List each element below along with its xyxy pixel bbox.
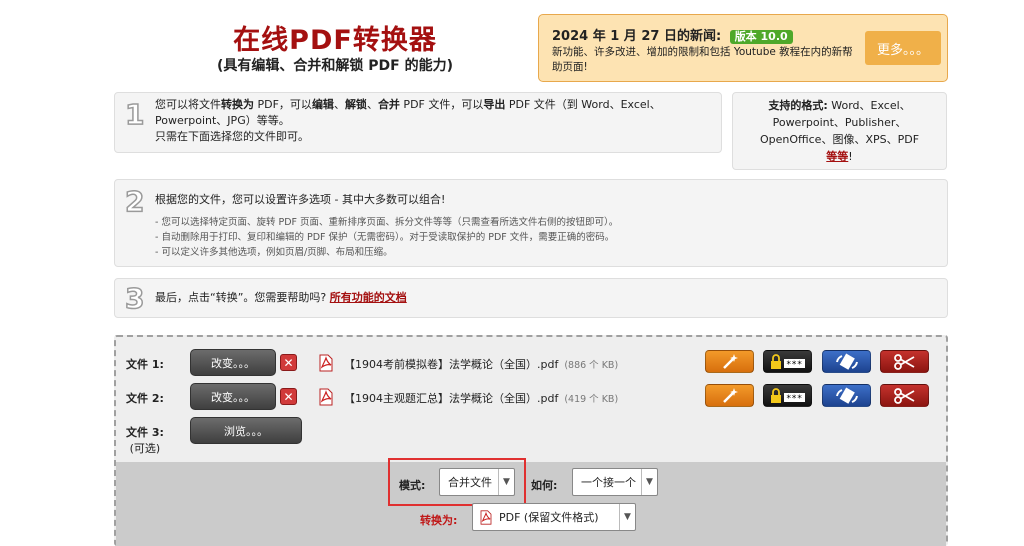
- step-1-number: 1: [124, 97, 145, 132]
- mode-select-value: 合并文件: [448, 476, 492, 489]
- news-more-button[interactable]: 更多。。。: [865, 31, 941, 65]
- step-1-bold-unlock: 解锁: [344, 98, 367, 111]
- convert-to-label: 转换为:: [420, 514, 458, 527]
- step-1-line-3: 只需在下面选择您的文件即可。: [155, 130, 309, 143]
- formats-list-1: Word、Excel、: [827, 99, 911, 112]
- step-2-box: 2 根据您的文件，您可以设置许多选项 - 其中大多数可以组合! - 您可以选择特…: [114, 179, 948, 267]
- page-title: 在线PDF转换器: [233, 25, 437, 56]
- formats-list-2: Powerpoint、Publisher、: [772, 116, 907, 129]
- file-2-info: 【1904主观题汇总】法学概论（全国）.pdf (419 个 KB): [344, 390, 618, 406]
- magic-wand-icon[interactable]: [705, 384, 754, 407]
- scissors-icon[interactable]: [880, 350, 929, 373]
- step-2-title: 根据您的文件，您可以设置许多选项 - 其中大多数可以组合!: [155, 193, 446, 206]
- news-box: 2024 年 1 月 27 日的新闻: 版本 10.0 新功能、许多改进、增加的…: [538, 14, 948, 82]
- step-2-bullet: - 您可以选择特定页面、旋转 PDF 页面、重新排序页面、拆分文件等等（只需查看…: [155, 217, 619, 228]
- version-badge: 版本 10.0: [729, 30, 793, 44]
- formats-more-link[interactable]: 等等: [826, 150, 848, 163]
- step-2-number: 2: [124, 184, 145, 219]
- pdf-file-icon: [318, 354, 334, 372]
- step-2-bullet: - 可以定义许多其他选项，例如页眉/页脚、布局和压缩。: [155, 247, 393, 258]
- file-1-info: 【1904考前模拟卷】法学概论（全国）.pdf (886 个 KB): [344, 356, 618, 372]
- chevron-down-icon: ▼: [498, 469, 514, 495]
- rotate-page-icon[interactable]: [822, 384, 871, 407]
- file-1-change-button[interactable]: 改变。。。: [190, 349, 276, 376]
- page-subtitle: (具有编辑、合并和解锁 PDF 的能力): [217, 58, 453, 74]
- step-1-box: 1 您可以将文件转换为 PDF，可以编辑、解锁、合并 PDF 文件，可以导出 P…: [114, 92, 722, 153]
- convert-to-value: PDF (保留文件格式): [499, 511, 599, 524]
- magic-wand-icon[interactable]: [705, 350, 754, 373]
- file-1-size: (886 个 KB): [564, 360, 619, 371]
- mode-label: 模式:: [399, 479, 426, 492]
- step-1-text-part: PDF 文件，可以: [399, 98, 484, 111]
- file-3-label: 文件 3:: [126, 426, 164, 439]
- chevron-down-icon: ▼: [641, 469, 657, 495]
- supported-formats-box: 支持的格式: Word、Excel、 Powerpoint、Publisher、…: [732, 92, 947, 170]
- step-1-text-part: PDF，可以: [254, 98, 312, 111]
- mode-select[interactable]: 合并文件 ▼: [439, 468, 515, 496]
- file-1-delete-icon[interactable]: ✕: [280, 354, 297, 371]
- scissors-icon[interactable]: [880, 384, 929, 407]
- how-select-value: 一个接一个: [581, 476, 636, 489]
- formats-label: 支持的格式:: [768, 99, 828, 112]
- file-2-change-button[interactable]: 改变。。。: [190, 383, 276, 410]
- step-1-text: 您可以将文件转换为 PDF，可以编辑、解锁、合并 PDF 文件，可以导出 PDF…: [155, 97, 715, 145]
- step-3-box: 3 最后，点击“转换”。您需要帮助吗? 所有功能的文档: [114, 278, 948, 318]
- step-1-text-part: 您可以将文件: [155, 98, 221, 111]
- step-3-number: 3: [124, 281, 145, 316]
- step-2-bullet: - 自动删除用于打印、复印和编辑的 PDF 保护（无需密码）。对于受读取保护的 …: [155, 232, 615, 243]
- step-2-bullets: - 您可以选择特定页面、旋转 PDF 页面、重新排序页面、拆分文件等等（只需查看…: [155, 215, 935, 260]
- convert-to-select[interactable]: PDF (保留文件格式) ▼: [472, 503, 636, 531]
- step-1-text-part: 、: [366, 98, 378, 111]
- step-1-text-part: PDF 文件（到 Word、Excel、: [505, 98, 661, 111]
- file-2-label: 文件 2:: [126, 392, 164, 405]
- file-2-size: (419 个 KB): [564, 394, 619, 405]
- file-1-label: 文件 1:: [126, 358, 164, 371]
- step-1-bold-export: 导出: [483, 98, 506, 111]
- file-2-name: 【1904主观题汇总】法学概论（全国）.pdf: [344, 392, 559, 405]
- step-1-text-part: 、: [333, 98, 345, 111]
- step-1-bold-convert: 转换为: [221, 98, 254, 111]
- step-3-text: 最后，点击“转换”。您需要帮助吗? 所有功能的文档: [155, 290, 935, 306]
- file-3-optional: (可选): [129, 442, 161, 455]
- formats-list-3: OpenOffice、图像、XPS、PDF: [759, 133, 920, 146]
- svg-text:***: ***: [786, 360, 802, 370]
- file-2-delete-icon[interactable]: ✕: [280, 388, 297, 405]
- lock-password-icon[interactable]: ***: [763, 384, 812, 407]
- file-3-browse-button[interactable]: 浏览。。。: [190, 417, 302, 444]
- step-1-bold-edit: 编辑: [311, 98, 334, 111]
- how-select[interactable]: 一个接一个 ▼: [572, 468, 658, 496]
- documentation-link[interactable]: 所有功能的文档: [330, 291, 407, 304]
- svg-text:***: ***: [786, 394, 802, 404]
- file-3-label-group: 文件 3: (可选): [126, 424, 164, 456]
- chevron-down-icon: ▼: [619, 504, 635, 530]
- lock-password-icon[interactable]: ***: [763, 350, 812, 373]
- formats-end: !: [848, 150, 853, 163]
- step-3-instruction: 最后，点击“转换”。您需要帮助吗?: [155, 291, 327, 304]
- pdf-file-icon: [318, 388, 334, 406]
- how-label: 如何:: [531, 479, 558, 492]
- news-body: 新功能、许多改进、增加的限制和包括 Youtube 教程在内的新帮助页面!: [552, 46, 853, 73]
- news-heading: 2024 年 1 月 27 日的新闻: 版本 10.0: [552, 25, 793, 44]
- step-1-bold-merge: 合并: [377, 98, 400, 111]
- pdf-file-icon: [473, 509, 493, 525]
- rotate-page-icon[interactable]: [822, 350, 871, 373]
- step-1-line-2: Powerpoint、JPG）等等。: [155, 114, 290, 127]
- news-title: 2024 年 1 月 27 日的新闻:: [552, 29, 722, 44]
- file-1-name: 【1904考前模拟卷】法学概论（全国）.pdf: [344, 358, 559, 371]
